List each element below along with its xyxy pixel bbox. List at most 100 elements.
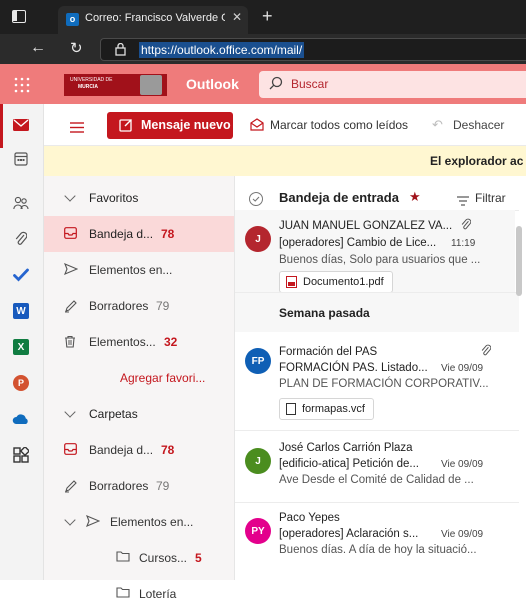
- folder-label: Borradores: [89, 299, 149, 313]
- chevron-down-icon: [64, 406, 76, 418]
- folder-item[interactable]: Elementos en...: [44, 252, 234, 288]
- mark-all-read-button[interactable]: Marcar todos como leídos: [250, 117, 420, 135]
- select-all-checkbox[interactable]: [249, 192, 263, 206]
- hamburger-menu-icon[interactable]: [70, 120, 84, 133]
- browser-address-bar: ← ↻ https://outlook.office.com/mail/: [0, 34, 526, 64]
- powerpoint-icon[interactable]: P: [10, 372, 32, 394]
- university-logo[interactable]: UNIVERSIDAD DE MURCIA: [64, 74, 167, 96]
- message-item[interactable]: FP Formación del PAS FORMACIÓN PAS. List…: [235, 332, 515, 430]
- browser-tab[interactable]: o Correo: Francisco Valverde Galar ✕: [58, 6, 248, 34]
- message-preview: PLAN DE FORMACIÓN CORPORATIV...: [279, 378, 489, 390]
- browser-tab-bar: o Correo: Francisco Valverde Galar ✕ +: [0, 0, 526, 34]
- folder-item[interactable]: Lotería: [44, 576, 234, 612]
- message-divider: [235, 502, 519, 503]
- section-header-label: Semana pasada: [279, 306, 370, 320]
- folder-label: Cursos...: [139, 551, 188, 565]
- message-sender: José Carlos Carrión Plaza: [279, 442, 413, 454]
- search-box[interactable]: Buscar: [259, 71, 526, 98]
- outlook-header: UNIVERSIDAD DE MURCIA Outlook Buscar: [0, 64, 526, 104]
- university-logo-line1: UNIVERSIDAD DE: [70, 77, 113, 83]
- unread-count: 5: [195, 551, 202, 565]
- message-item[interactable]: J José Carlos Carrión Plaza [edificio-at…: [235, 432, 515, 504]
- folder-item[interactable]: Bandeja d... 78: [44, 216, 234, 252]
- app-name[interactable]: Outlook: [186, 76, 239, 92]
- new-mail-button[interactable]: Mensaje nuevo: [107, 112, 233, 139]
- message-date: Vie 09/09: [441, 459, 484, 470]
- search-input[interactable]: Buscar: [291, 77, 328, 91]
- message-preview: Buenos días, Solo para usuarios que ...: [279, 254, 481, 266]
- filter-button[interactable]: Filtrar: [457, 191, 523, 207]
- message-item[interactable]: PY Paco Yepes [operadores] Aclaración s.…: [235, 504, 515, 576]
- attachment-chip[interactable]: Documento1.pdf: [279, 271, 393, 293]
- attachment-icon: [461, 218, 472, 236]
- tab-actions-icon[interactable]: [12, 10, 26, 23]
- lock-icon: [115, 42, 126, 56]
- tab-title: Correo: Francisco Valverde Galar: [85, 12, 225, 24]
- todo-check-icon[interactable]: [10, 264, 32, 286]
- reload-icon[interactable]: ↻: [70, 39, 83, 57]
- word-icon[interactable]: W: [10, 300, 32, 322]
- undo-button[interactable]: ↶ Deshacer: [432, 117, 512, 135]
- message-preview: Buenos días. A día de hoy la situació...: [279, 544, 477, 556]
- unread-count: 79: [156, 299, 170, 313]
- file-icon: [286, 403, 296, 415]
- folder-label: Elementos...: [89, 335, 156, 349]
- message-subject: FORMACIÓN PAS. Listado...: [279, 362, 428, 374]
- excel-icon[interactable]: X: [10, 336, 32, 358]
- message-sender: JUAN MANUEL GONZALEZ VA...: [279, 220, 453, 232]
- attachment-chip[interactable]: formapas.vcf: [279, 398, 374, 420]
- folder-item[interactable]: Bandeja d... 78: [44, 432, 234, 468]
- avatar: J: [245, 448, 271, 474]
- message-list: Bandeja de entrada ★ Filtrar J JUAN MANU…: [234, 176, 526, 580]
- folder-item[interactable]: Borradores 79: [44, 468, 234, 504]
- folder-icon: [116, 551, 130, 565]
- notification-text: El explorador ac: [430, 154, 524, 168]
- folders-heading-label: Carpetas: [89, 407, 138, 421]
- people-icon[interactable]: [10, 192, 32, 214]
- folder-item[interactable]: Borradores 79: [44, 288, 234, 324]
- url-bar[interactable]: https://outlook.office.com/mail/: [100, 38, 526, 61]
- attachment-name: formapas.vcf: [302, 403, 365, 415]
- tab-close-icon[interactable]: ✕: [232, 10, 242, 24]
- message-subject: [operadores] Cambio de Lice...: [279, 237, 437, 249]
- add-favorite-link[interactable]: Agregar favori...: [44, 360, 234, 396]
- pencil-icon: [64, 479, 78, 496]
- compose-icon: [119, 118, 133, 135]
- mail-icon[interactable]: [10, 114, 32, 136]
- send-icon: [86, 514, 101, 530]
- new-tab-icon[interactable]: +: [262, 7, 273, 25]
- attachment-icon[interactable]: [10, 228, 32, 250]
- folder-item[interactable]: Cursos... 5: [44, 540, 234, 576]
- folders-heading[interactable]: Carpetas: [44, 396, 234, 432]
- folder-label: Elementos en...: [89, 263, 173, 277]
- back-arrow-icon[interactable]: ←: [30, 39, 46, 57]
- chevron-down-icon[interactable]: [64, 514, 76, 526]
- onedrive-icon[interactable]: [10, 408, 32, 430]
- favorites-heading[interactable]: Favoritos: [44, 180, 234, 216]
- folder-item[interactable]: Elementos en...: [44, 504, 234, 540]
- more-apps-icon[interactable]: [10, 444, 32, 466]
- message-date: 11:19: [451, 238, 476, 249]
- message-preview: Ave Desde el Comité de Calidad de ...: [279, 474, 474, 486]
- unread-count: 79: [156, 479, 170, 493]
- message-item[interactable]: J JUAN MANUEL GONZALEZ VA... [operadores…: [235, 210, 515, 293]
- folder-label: Bandeja d...: [89, 227, 154, 241]
- pencil-icon: [64, 299, 78, 316]
- message-date: Vie 09/09: [441, 529, 484, 540]
- message-list-scrollbar[interactable]: [516, 226, 522, 296]
- avatar: PY: [245, 518, 271, 544]
- command-toolbar: Mensaje nuevo Marcar todos como leídos ↶…: [44, 104, 526, 146]
- favorite-star-icon[interactable]: ★: [409, 189, 421, 205]
- section-header: Semana pasada: [235, 292, 519, 332]
- browser-notification-bar: El explorador ac: [44, 146, 526, 176]
- message-sender: Formación del PAS: [279, 346, 378, 358]
- calendar-icon[interactable]: [10, 148, 32, 170]
- undo-label: Deshacer: [453, 118, 505, 132]
- app-launcher-icon[interactable]: [14, 77, 30, 93]
- filter-label: Filtrar: [475, 191, 506, 205]
- trash-icon: [64, 335, 76, 351]
- message-divider: [235, 430, 519, 431]
- outlook-favicon: o: [66, 13, 79, 26]
- folder-item[interactable]: Elementos... 32: [44, 324, 234, 360]
- mark-all-read-label: Marcar todos como leídos: [270, 118, 409, 132]
